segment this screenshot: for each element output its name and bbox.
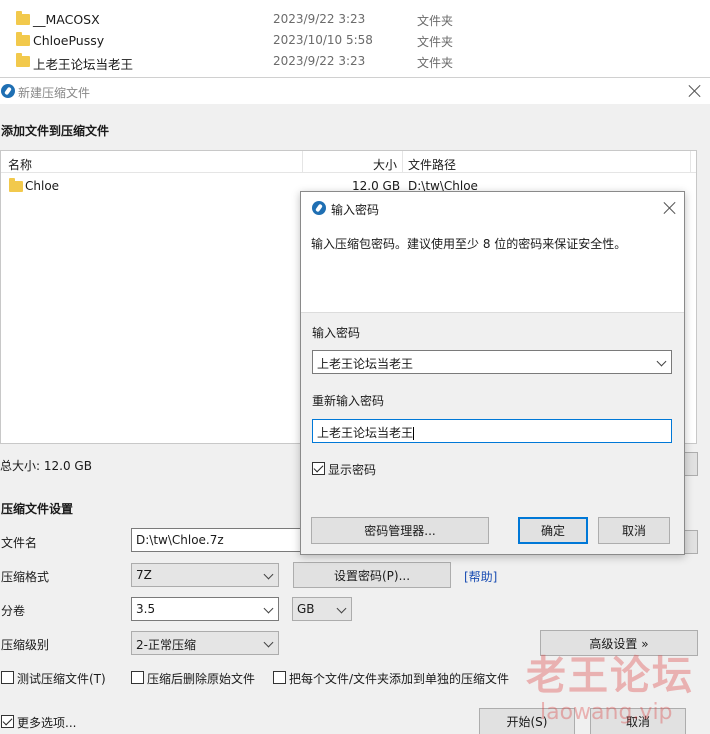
close-icon[interactable]	[663, 201, 677, 215]
app-icon	[312, 201, 326, 215]
separate-archives-label: 把每个文件/文件夹添加到单独的压缩文件	[289, 672, 510, 686]
explorer-row[interactable]: 上老王论坛当老王 2023/9/22 3:23 文件夹	[0, 51, 710, 72]
archive-name-input[interactable]: D:\tw\Chloe.7z	[131, 528, 306, 552]
password-input[interactable]: 上老王论坛当老王	[312, 350, 672, 374]
level-label: 压缩级别	[1, 638, 50, 652]
file-list-header: 名称 大小 文件路径	[1, 151, 696, 173]
window-title: 新建压缩文件	[18, 86, 91, 100]
more-options-checkbox[interactable]	[1, 715, 14, 728]
split-label: 分卷	[1, 604, 26, 618]
delete-source-label: 压缩后删除原始文件	[147, 672, 256, 686]
level-value: 2-正常压缩	[136, 638, 196, 652]
split-size-value: 3.5	[136, 602, 156, 616]
file-name: Chloe	[25, 179, 60, 193]
dialog-message: 输入压缩包密码。建议使用至少 8 位的密码来保证安全性。	[311, 237, 627, 251]
explorer-row[interactable]: __MACOSX 2023/9/22 3:23 文件夹	[0, 9, 710, 30]
confirm-password-value: 上老王论坛当老王	[317, 426, 414, 440]
dialog-message-panel: 输入压缩包密码。建议使用至少 8 位的密码来保证安全性。	[301, 223, 684, 313]
dialog-ok-button[interactable]: 确定	[518, 517, 588, 544]
column-divider	[302, 151, 303, 173]
chevron-down-icon	[336, 603, 347, 614]
format-label: 压缩格式	[1, 570, 50, 584]
split-unit-select[interactable]: GB	[292, 597, 352, 621]
password-value: 上老王论坛当老王	[317, 357, 414, 371]
password-dialog: 输入密码 输入压缩包密码。建议使用至少 8 位的密码来保证安全性。 输入密码 上…	[300, 191, 685, 555]
test-archive-checkbox[interactable]	[1, 671, 14, 684]
explorer-item-date: 2023/9/22 3:23	[273, 12, 366, 26]
password-label: 输入密码	[312, 326, 361, 340]
folder-icon	[9, 178, 23, 192]
column-name[interactable]: 名称	[8, 156, 32, 173]
explorer-item-date: 2023/9/22 3:23	[273, 54, 366, 68]
hidden-button-edge[interactable]	[684, 452, 698, 476]
dialog-title: 输入密码	[331, 203, 380, 217]
separate-archives-checkbox[interactable]	[273, 671, 286, 684]
close-icon[interactable]	[688, 84, 702, 98]
explorer-item-type: 文件夹	[417, 14, 454, 28]
explorer-item-type: 文件夹	[417, 35, 454, 49]
archive-name-label: 文件名	[1, 536, 38, 550]
app-icon	[1, 84, 15, 98]
explorer-item-name: 上老王论坛当老王	[33, 57, 134, 72]
folder-icon	[16, 32, 30, 46]
dialog-titlebar: 输入密码	[301, 192, 684, 223]
split-unit-value: GB	[297, 602, 315, 616]
more-options-label: 更多选项...	[17, 716, 77, 730]
column-size[interactable]: 大小	[373, 156, 397, 173]
folder-icon	[16, 53, 30, 67]
column-divider	[402, 151, 403, 173]
chevron-down-icon	[263, 637, 274, 648]
explorer-item-type: 文件夹	[417, 56, 454, 70]
confirm-password-input[interactable]: 上老王论坛当老王	[312, 419, 672, 443]
explorer-row[interactable]: ChloePussy 2023/10/10 5:58 文件夹	[0, 30, 710, 51]
chevron-down-icon	[656, 356, 667, 367]
delete-source-checkbox[interactable]	[131, 671, 144, 684]
window-titlebar: 新建压缩文件	[0, 78, 710, 104]
column-path[interactable]: 文件路径	[408, 156, 456, 173]
format-select[interactable]: 7Z	[131, 563, 279, 587]
explorer-item-name: __MACOSX	[33, 12, 100, 27]
explorer-item-date: 2023/10/10 5:58	[273, 33, 373, 47]
show-password-label: 显示密码	[328, 463, 377, 477]
browse-button-edge[interactable]	[684, 530, 698, 554]
chevron-down-icon	[263, 569, 274, 580]
test-archive-label: 测试压缩文件(T)	[17, 672, 106, 686]
format-value: 7Z	[136, 568, 152, 582]
split-size-select[interactable]: 3.5	[131, 597, 279, 621]
explorer-item-name: ChloePussy	[33, 33, 105, 48]
dialog-cancel-button[interactable]: 取消	[598, 517, 670, 544]
watermark-url: laowang.vip	[540, 700, 673, 725]
column-divider	[690, 151, 691, 173]
chevron-down-icon	[263, 603, 274, 614]
section-archive-settings: 压缩文件设置	[1, 502, 74, 516]
level-select[interactable]: 2-正常压缩	[131, 631, 279, 655]
text-caret	[413, 427, 415, 440]
total-size: 总大小: 12.0 GB	[0, 459, 92, 473]
confirm-password-label: 重新输入密码	[312, 394, 385, 408]
help-link[interactable]: [帮助]	[464, 568, 497, 585]
show-password-checkbox[interactable]	[312, 462, 325, 475]
password-manager-button[interactable]: 密码管理器...	[311, 517, 489, 544]
folder-icon	[16, 11, 30, 25]
set-password-button[interactable]: 设置密码(P)...	[293, 562, 451, 588]
section-add-files: 添加文件到压缩文件	[1, 124, 110, 138]
watermark-text: 老王论坛	[526, 653, 694, 699]
